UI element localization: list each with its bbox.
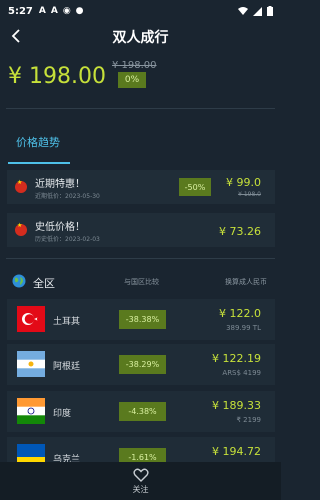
region-compare-badge: -38.38% <box>119 310 166 329</box>
status-time: 5:27 <box>8 5 33 17</box>
china-flag-icon <box>15 179 27 193</box>
deal-date: 近期低价：2023-05-30 <box>35 193 100 200</box>
deal-discount-badge: -50% <box>179 178 211 196</box>
region-row-india[interactable]: 印度 -4.38% ¥ 189.33 ₹ 2199 <box>7 391 275 432</box>
discount-badge: 0% <box>118 72 146 88</box>
lowest-title: 史低价格！ <box>35 222 85 233</box>
region-row-argentina[interactable]: 阿根廷 -38.29% ¥ 122.19 ARS$ 4199 <box>7 344 275 385</box>
recent-deal-card[interactable]: 近期特惠！ 近期低价：2023-05-30 -50% ¥ 99.0 ¥ 198.… <box>7 170 275 204</box>
region-row-turkey[interactable]: 土耳其 -38.38% ¥ 122.0 389.99 TL <box>7 299 275 340</box>
original-price: ¥ 198.00 <box>112 60 157 71</box>
signal-icon <box>253 6 262 16</box>
battery-icon <box>267 6 273 16</box>
region-name: 阿根廷 <box>53 362 81 372</box>
back-arrow-icon[interactable] <box>8 28 24 44</box>
region-name: 印度 <box>53 409 72 419</box>
lowest-price-card[interactable]: 史低价格！ 历史低价：2023-02-03 ¥ 73.26 <box>7 213 275 247</box>
divider <box>6 258 275 259</box>
app-header: 双人成行 <box>0 22 281 52</box>
regions-header: 全区 与国区比较 换算成人民币 <box>0 272 281 292</box>
tab-price-trend[interactable]: 价格趋势 <box>8 130 70 154</box>
compare-column-label: 与国区比较 <box>124 278 159 286</box>
wifi-icon <box>238 6 248 15</box>
china-flag-icon <box>15 222 27 236</box>
rmb-column-label: 换算成人民币 <box>225 278 267 286</box>
follow-label[interactable]: 关注 <box>133 484 149 495</box>
region-compare-badge: -4.38% <box>119 402 166 421</box>
regions-title: 全区 <box>33 277 55 290</box>
turkey-flag-icon <box>17 306 45 332</box>
india-flag-icon <box>17 398 45 424</box>
region-local-price: ARS$ 4199 <box>222 369 261 377</box>
region-rmb-price: ¥ 122.19 <box>212 352 261 365</box>
divider <box>6 108 275 109</box>
lowest-price: ¥ 73.26 <box>219 225 261 238</box>
tab-bar: 价格趋势 <box>8 130 70 164</box>
region-rmb-price: ¥ 194.72 <box>212 445 261 458</box>
region-name: 土耳其 <box>53 317 81 327</box>
notification-chat-icon: ● <box>75 6 84 16</box>
globe-icon <box>12 274 26 288</box>
bottom-action-bar: 关注 <box>0 462 281 500</box>
lowest-date: 历史低价：2023-02-03 <box>35 236 100 243</box>
notification-app-icon: ◉ <box>62 6 71 16</box>
region-local-price: 389.99 TL <box>226 324 261 332</box>
notification-a-icon: A <box>38 6 46 16</box>
deal-title: 近期特惠！ <box>35 179 85 190</box>
region-rmb-price: ¥ 189.33 <box>212 399 261 412</box>
page-title: 双人成行 <box>112 30 169 46</box>
region-local-price: ₹ 2199 <box>236 416 262 424</box>
notification-a2-icon: A <box>50 6 58 16</box>
argentina-flag-icon <box>17 351 45 377</box>
current-price: ¥ 198.00 <box>8 64 106 89</box>
follow-heart-icon[interactable] <box>132 468 149 482</box>
region-compare-badge: -38.29% <box>119 355 166 374</box>
region-rmb-price: ¥ 122.0 <box>219 307 261 320</box>
deal-original-price: ¥ 198.0 <box>238 191 261 198</box>
status-notification-icons: A A ◉ ● <box>39 6 84 16</box>
price-summary: ¥ 198.00 ¥ 198.00 0% <box>8 58 278 98</box>
deal-price: ¥ 99.0 <box>226 176 261 189</box>
tab-indicator <box>8 162 70 164</box>
status-system-icons <box>238 6 273 16</box>
status-bar: 5:27 A A ◉ ● <box>0 0 281 22</box>
